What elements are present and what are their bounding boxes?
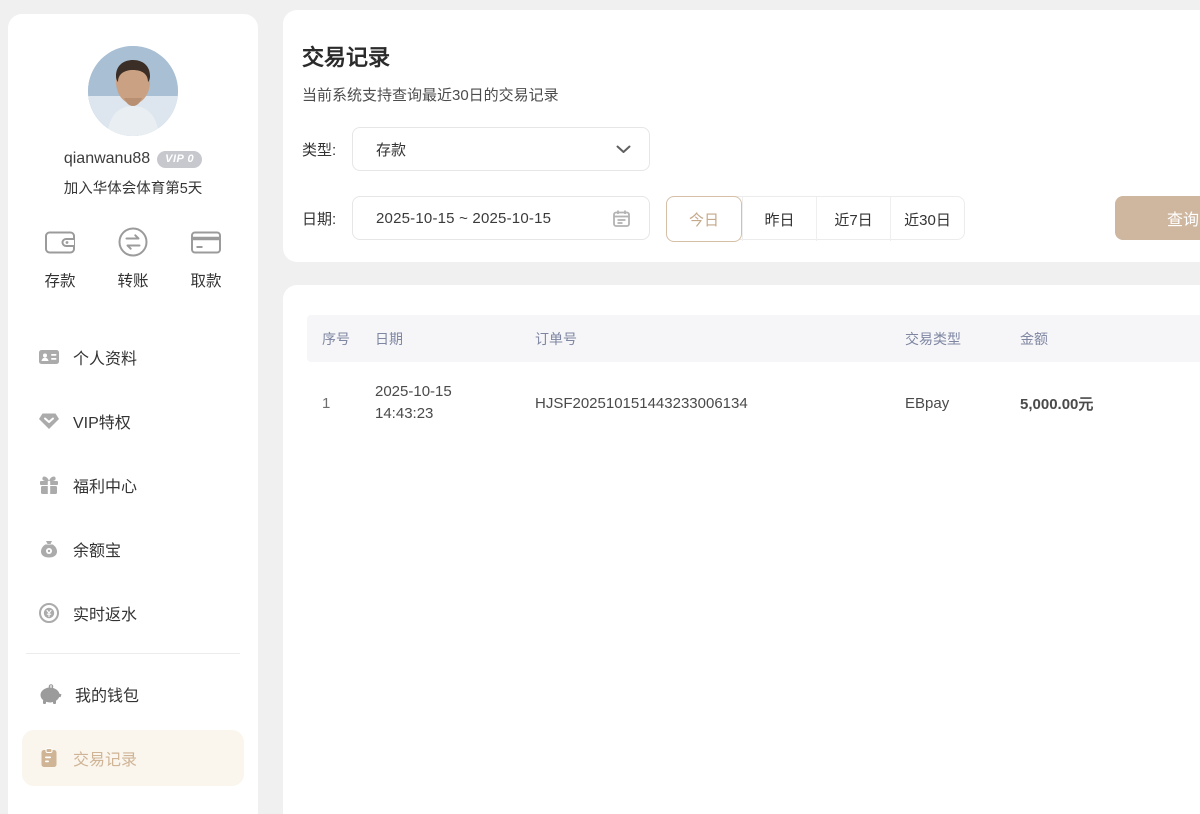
row-date: 2025-10-15 14:43:23 <box>375 381 535 425</box>
sidebar-item-profile[interactable]: 个人资料 <box>8 325 258 389</box>
sidebar-item-transactions[interactable]: 交易记录 <box>22 730 244 786</box>
quick-action-label: 取款 <box>190 269 221 291</box>
col-header-type: 交易类型 <box>905 329 1020 349</box>
quick-actions: 存款 转账 <box>24 224 242 291</box>
sidebar-menu-bottom: 我的钱包 交易记录 <box>8 662 258 786</box>
row-order-no: HJSF202510151443233006134 <box>535 395 905 412</box>
quick-action-label: 存款 <box>44 269 75 291</box>
piggy-bank-icon <box>38 683 62 705</box>
sidebar-item-label: 实时返水 <box>73 601 137 625</box>
sidebar-item-wallet[interactable]: 我的钱包 <box>8 662 258 726</box>
avatar-portrait-image <box>88 46 178 136</box>
range-yesterday-button[interactable]: 昨日 <box>742 197 816 241</box>
deposit-quick-action[interactable]: 存款 <box>32 224 88 291</box>
join-days-text: 加入华体会体育第5天 <box>8 177 258 198</box>
sidebar-item-label: 交易记录 <box>73 746 137 770</box>
type-label: 类型: <box>302 139 352 160</box>
row-date-day: 2025-10-15 <box>375 381 535 403</box>
row-type: EBpay <box>905 395 1020 412</box>
sidebar-item-label: VIP特权 <box>73 409 131 433</box>
transfer-icon <box>115 224 151 260</box>
account-page: qianwanu88 VIP 0 加入华体会体育第5天 存款 <box>0 0 1200 814</box>
order-list-icon <box>38 747 60 769</box>
vip-badge: VIP 0 <box>157 151 202 168</box>
withdraw-quick-action[interactable]: 取款 <box>178 224 234 291</box>
page-subtitle: 当前系统支持查询最近30日的交易记录 <box>302 84 559 105</box>
bank-card-icon <box>188 224 224 260</box>
range-30days-button[interactable]: 近30日 <box>890 197 964 241</box>
sidebar-item-label: 个人资料 <box>73 345 137 369</box>
sidebar-item-label: 福利中心 <box>73 473 137 497</box>
type-select-value: 存款 <box>376 139 616 160</box>
sidebar-item-rebate[interactable]: 实时返水 <box>8 581 258 645</box>
transfer-quick-action[interactable]: 转账 <box>105 224 161 291</box>
chevron-down-icon <box>616 145 631 154</box>
col-header-date: 日期 <box>375 329 535 349</box>
sidebar-item-label: 余额宝 <box>73 537 121 561</box>
quick-range-group: 今日 昨日 近7日 近30日 <box>666 196 965 240</box>
username: qianwanu88 <box>64 150 150 168</box>
quick-action-label: 转账 <box>117 269 148 291</box>
sidebar-item-welfare[interactable]: 福利中心 <box>8 453 258 517</box>
id-card-icon <box>38 346 60 368</box>
page-title: 交易记录 <box>302 40 390 72</box>
vip-gem-icon <box>38 410 60 432</box>
wallet-icon <box>42 224 78 260</box>
table-row: 1 2025-10-15 14:43:23 HJSF20251015144323… <box>307 365 1200 441</box>
sidebar-menu: 个人资料 VIP特权 <box>8 325 258 645</box>
table-header-row: 序号 日期 订单号 交易类型 金额 <box>307 315 1200 362</box>
sidebar: qianwanu88 VIP 0 加入华体会体育第5天 存款 <box>8 14 258 814</box>
date-range-input[interactable]: 2025-10-15 ~ 2025-10-15 <box>352 196 650 240</box>
calendar-icon <box>612 209 631 228</box>
range-today-button[interactable]: 今日 <box>666 196 742 242</box>
col-header-index: 序号 <box>307 329 375 349</box>
col-header-amount: 金额 <box>1020 329 1200 349</box>
gift-icon <box>38 474 60 496</box>
money-bag-icon <box>38 538 60 560</box>
row-index: 1 <box>307 395 375 412</box>
transactions-panel: 序号 日期 订单号 交易类型 金额 1 2025-10-15 14:43:23 … <box>283 285 1200 814</box>
range-7days-button[interactable]: 近7日 <box>816 197 890 241</box>
rebate-coin-icon <box>38 602 60 624</box>
avatar[interactable] <box>88 46 178 136</box>
user-row: qianwanu88 VIP 0 <box>8 150 258 168</box>
filter-panel: 交易记录 当前系统支持查询最近30日的交易记录 类型: 存款 日期: 2025-… <box>283 10 1200 262</box>
date-range-value: 2025-10-15 ~ 2025-10-15 <box>376 210 612 227</box>
date-label: 日期: <box>302 208 352 229</box>
row-date-time: 14:43:23 <box>375 403 535 425</box>
col-header-order: 订单号 <box>535 329 905 349</box>
date-filter-row: 日期: 2025-10-15 ~ 2025-10-15 <box>302 196 650 240</box>
row-amount: 5,000.00元 <box>1020 393 1200 414</box>
sidebar-item-vip[interactable]: VIP特权 <box>8 389 258 453</box>
sidebar-item-label: 我的钱包 <box>75 682 139 706</box>
type-select[interactable]: 存款 <box>352 127 650 171</box>
search-button[interactable]: 查询 <box>1115 196 1200 240</box>
sidebar-divider <box>26 653 240 654</box>
sidebar-item-yuebao[interactable]: 余额宝 <box>8 517 258 581</box>
type-filter-row: 类型: 存款 <box>302 127 650 171</box>
